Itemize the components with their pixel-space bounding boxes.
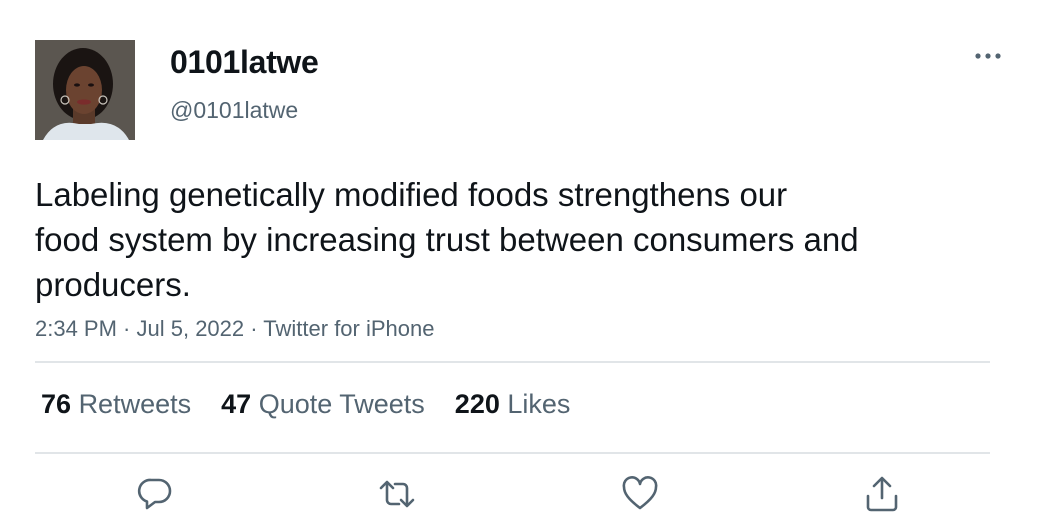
engagement-stats: 76 Retweets 47 Quote Tweets 220 Likes [41,386,570,422]
user-handle[interactable]: @0101latwe [170,95,298,125]
profile-photo [35,40,135,140]
meta-separator: · [244,316,264,341]
share-icon [866,476,898,512]
tweet-date[interactable]: Jul 5, 2022 [137,316,245,341]
tweet-time[interactable]: 2:34 PM [35,316,117,341]
meta-separator: · [116,316,137,341]
divider [35,452,990,454]
retweets-label: Retweets [78,389,192,419]
heart-icon [622,476,658,510]
retweet-icon [379,480,415,508]
like-button[interactable] [620,474,660,514]
display-name[interactable]: 0101latwe [170,42,319,82]
divider [35,361,990,363]
reply-icon [137,478,172,510]
more-horizontal-icon [975,53,1001,59]
retweet-button[interactable] [377,474,417,514]
retweets-count: 76 [41,389,72,419]
avatar[interactable] [35,40,135,140]
quote-tweets-stat[interactable]: 47 Quote Tweets [221,386,425,422]
tweet-text-line: producers. [35,266,191,303]
likes-label: Likes [507,389,571,419]
retweets-stat[interactable]: 76 Retweets [41,386,191,422]
quote-tweets-label: Quote Tweets [258,389,425,419]
tweet-text: Labeling genetically modified foods stre… [35,172,945,307]
tweet-source[interactable]: Twitter for iPhone [263,316,434,341]
share-button[interactable] [862,474,902,514]
likes-count: 220 [454,389,500,419]
tweet-metadata: 2:34 PM · Jul 5, 2022 · Twitter for iPho… [35,314,434,344]
reply-button[interactable] [135,474,175,514]
tweet-text-line: food system by increasing trust between … [35,221,859,258]
quote-tweets-count: 47 [221,389,252,419]
more-options-button[interactable] [966,40,1010,72]
likes-stat[interactable]: 220 Likes [455,386,571,422]
tweet-text-line: Labeling genetically modified foods stre… [35,176,788,213]
